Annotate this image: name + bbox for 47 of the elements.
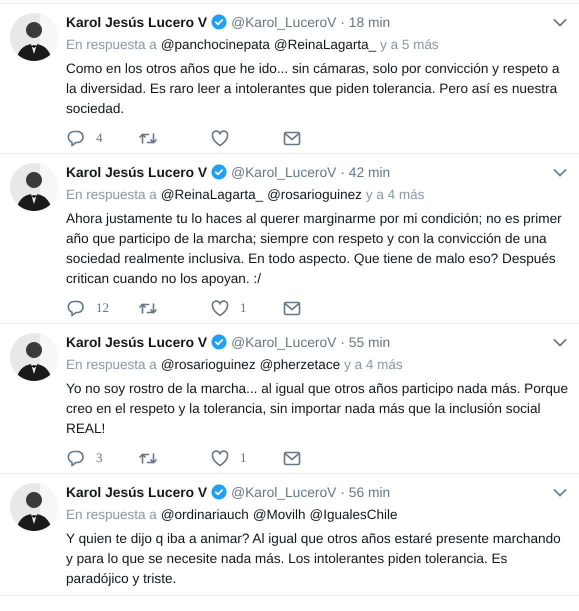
message-icon[interactable]: [282, 448, 302, 468]
reply-label: En respuesta a: [66, 36, 157, 54]
mention-link[interactable]: @rosarioguinez: [267, 185, 362, 205]
message-icon[interactable]: [282, 298, 302, 318]
mention-link[interactable]: @Movilh: [252, 505, 306, 525]
like-count: 1: [240, 450, 246, 466]
mention-link[interactable]: @ReinaLagarta_: [160, 185, 264, 205]
reply-icon[interactable]: [66, 448, 86, 468]
tweet-time[interactable]: · 56 min: [340, 484, 390, 500]
chevron-down-icon[interactable]: [553, 488, 567, 496]
chevron-down-icon[interactable]: [553, 168, 567, 176]
tweet-text: Yo no soy rostro de la marcha... al igual que otros años participo nada más. Porque creo en el respeto y la tolerancia, sin importar nada más que la inclusión social REAL!: [66, 380, 569, 438]
mention-link[interactable]: @panchocinepata: [160, 35, 270, 55]
message-icon[interactable]: [282, 128, 302, 148]
mention-link[interactable]: @pherzetace: [260, 355, 340, 375]
tweet-time[interactable]: · 42 min: [340, 164, 390, 180]
reply-label: En respuesta a: [66, 506, 157, 524]
mention-link[interactable]: @rosarioguinez: [160, 355, 256, 375]
tweet-text: Ahora justamente tu lo haces al querer marginarme por mi condición; no es primer año que participo de la marcha; siempre con respeto y con la convicción de una sociedad realmente inclusiva. En todo aspecto. Que tiene de malo eso? Después critican cuando no los apoyan. :/: [66, 210, 563, 288]
like-count: 1: [240, 300, 246, 316]
tweet-time[interactable]: · 18 min: [340, 14, 390, 30]
author-name[interactable]: Karol Jesús Lucero V: [66, 484, 208, 500]
author-name[interactable]: Karol Jesús Lucero V: [66, 164, 208, 180]
reply-label: En respuesta a: [66, 356, 157, 374]
like-icon[interactable]: [210, 298, 230, 318]
chevron-down-icon[interactable]: [553, 18, 567, 26]
reply-icon[interactable]: [66, 128, 86, 148]
reply-label: En respuesta a: [66, 186, 157, 204]
like-icon[interactable]: [210, 128, 230, 148]
author-handle[interactable]: @Karol_LuceroV: [231, 164, 336, 180]
reply-count: 12: [96, 300, 109, 316]
mention-link[interactable]: @IgualesChile: [310, 505, 398, 525]
author-handle[interactable]: @Karol_LuceroV: [231, 14, 336, 30]
reply-count: 4: [96, 130, 102, 146]
author-handle[interactable]: @Karol_LuceroV: [231, 334, 336, 350]
mention-link[interactable]: @ReinaLagarta_: [274, 35, 376, 55]
chevron-down-icon[interactable]: [553, 338, 567, 346]
reply-icon[interactable]: [66, 298, 86, 318]
author-name[interactable]: Karol Jesús Lucero V: [66, 334, 208, 350]
tweet-time[interactable]: · 55 min: [340, 334, 390, 350]
like-icon[interactable]: [210, 448, 230, 468]
tweet-text: Como en los otros años que he ido... sin cámaras, solo por convicción y respeto a la diversidad. Es raro leer a intolerantes que piden tolerancia. Pero así es nuestra sociedad.: [66, 60, 560, 118]
author-name[interactable]: Karol Jesús Lucero V: [66, 14, 208, 30]
reply-count: 3: [96, 450, 102, 466]
mention-link[interactable]: @ordinariauch: [160, 505, 249, 525]
author-handle[interactable]: @Karol_LuceroV: [231, 484, 336, 500]
tweet-text: Y quien te dijo q iba a animar? Al igual que otros años estaré presente marchando y para lo que se necesite nada más. Los intolerantes piden tolerancia. Es paradójico y triste.: [66, 530, 562, 588]
